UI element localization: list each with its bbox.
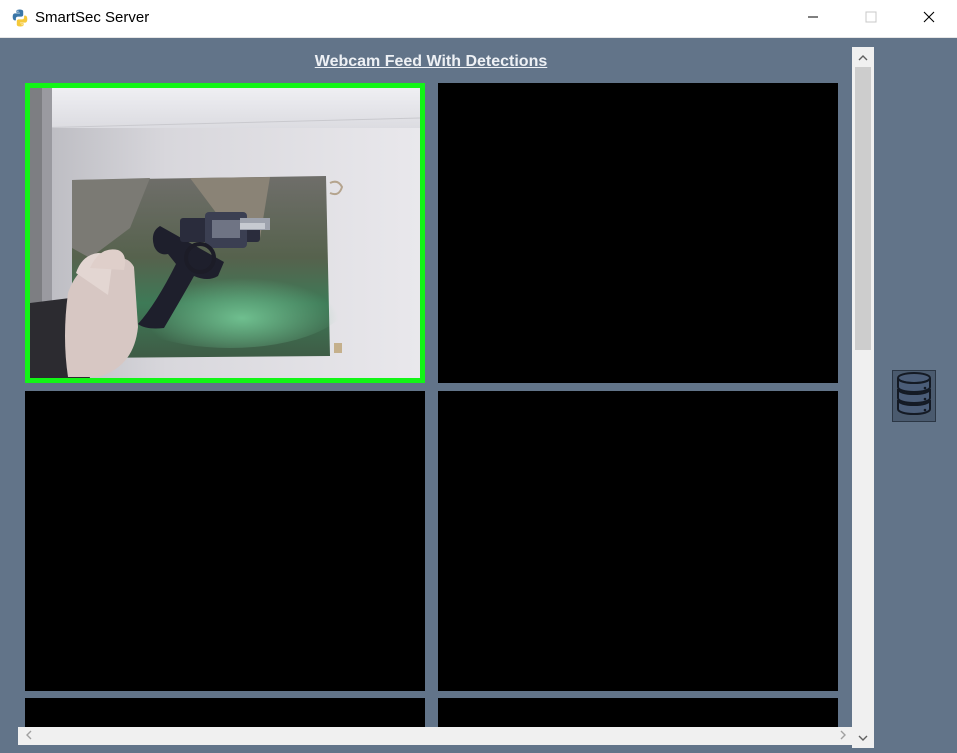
webcam-feed-4[interactable] <box>438 391 838 691</box>
scroll-right-button[interactable] <box>834 727 852 745</box>
close-icon <box>923 10 935 28</box>
horizontal-scrollbar[interactable] <box>18 727 852 745</box>
chevron-up-icon <box>858 49 868 67</box>
database-icon <box>895 371 933 422</box>
vertical-scroll-thumb[interactable] <box>855 67 871 350</box>
scroll-up-button[interactable] <box>852 49 874 67</box>
maximize-icon <box>865 10 877 28</box>
feed-heading: Webcam Feed With Detections <box>314 53 548 70</box>
close-button[interactable] <box>906 0 952 37</box>
minimize-button[interactable] <box>790 0 836 37</box>
webcam-frame-image <box>30 88 420 378</box>
app-window: SmartSec Server Webcam Feed With Detecti… <box>0 0 957 753</box>
python-icon <box>10 8 30 28</box>
title-bar[interactable]: SmartSec Server <box>0 0 957 38</box>
webcam-feed-1[interactable] <box>25 83 425 383</box>
chevron-right-icon <box>839 727 847 745</box>
minimize-icon <box>807 10 819 28</box>
scroll-left-button[interactable] <box>20 727 38 745</box>
webcam-feed-2[interactable] <box>438 83 838 383</box>
maximize-button[interactable] <box>848 0 894 37</box>
scroll-down-button[interactable] <box>852 729 874 747</box>
chevron-left-icon <box>25 727 33 745</box>
chevron-down-icon <box>858 729 868 747</box>
webcam-feed-6[interactable] <box>438 698 838 727</box>
window-title: SmartSec Server <box>35 9 150 26</box>
vertical-scrollbar[interactable] <box>852 47 874 748</box>
database-button[interactable] <box>892 370 936 422</box>
webcam-feed-3[interactable] <box>25 391 425 691</box>
webcam-feed-5[interactable] <box>25 698 425 727</box>
